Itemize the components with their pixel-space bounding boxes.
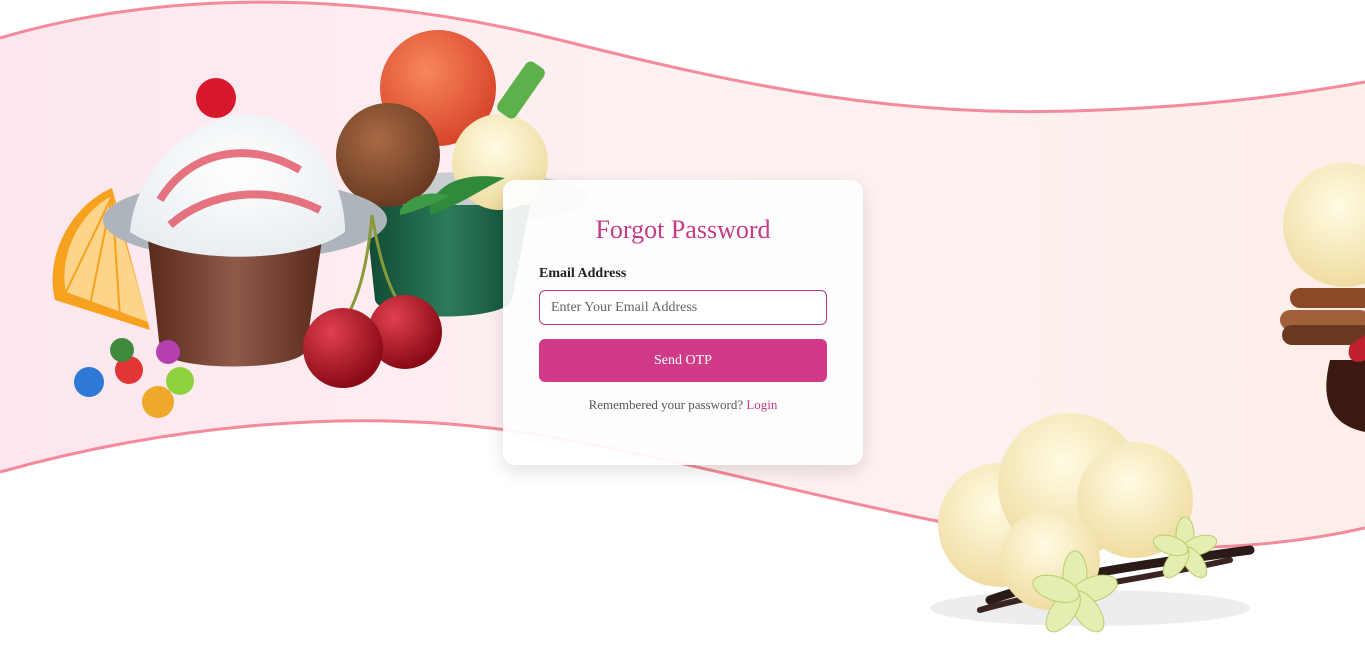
forgot-password-page: Forgot Password Email Address Send OTP R… xyxy=(0,0,1365,645)
email-label: Email Address xyxy=(539,266,627,281)
send-otp-button[interactable]: Send OTP xyxy=(539,339,827,382)
login-prompt: Remembered your password? Login xyxy=(539,397,827,413)
login-prompt-text: Remembered your password? xyxy=(588,397,744,412)
email-input[interactable] xyxy=(539,290,827,325)
forgot-password-card: Forgot Password Email Address Send OTP R… xyxy=(503,180,863,465)
login-link[interactable]: Login xyxy=(746,397,777,412)
form-title: Forgot Password xyxy=(595,215,771,244)
